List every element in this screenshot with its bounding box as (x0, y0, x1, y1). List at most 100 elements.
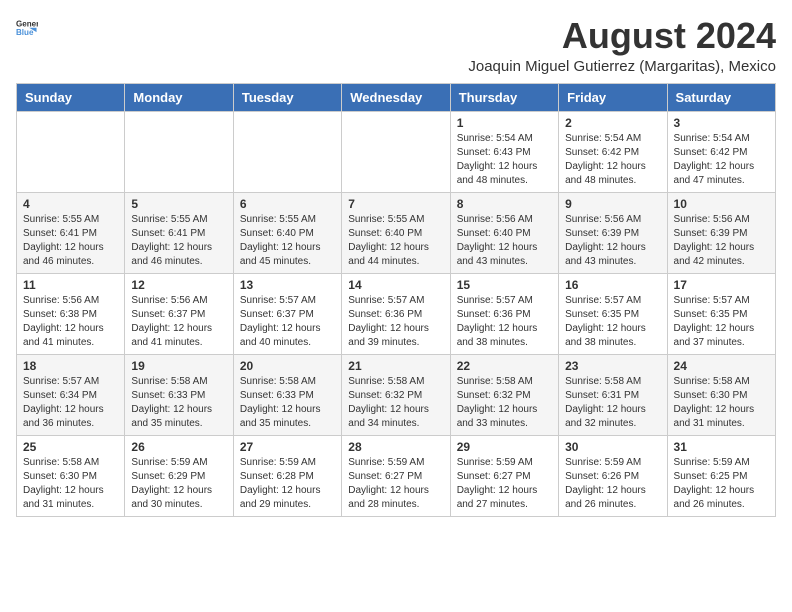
calendar-week-row: 11 Sunrise: 5:56 AM Sunset: 6:38 PM Dayli… (17, 273, 776, 354)
day-number: 6 (240, 197, 335, 211)
day-number: 2 (565, 116, 660, 130)
day-info: Sunrise: 5:58 AM Sunset: 6:33 PM Dayligh… (131, 375, 226, 431)
day-info: Sunrise: 5:56 AM Sunset: 6:39 PM Dayligh… (565, 213, 660, 269)
day-header-wednesday: Wednesday (342, 83, 450, 111)
day-number: 19 (131, 359, 226, 373)
day-info: Sunrise: 5:55 AM Sunset: 6:40 PM Dayligh… (348, 213, 443, 269)
calendar-cell: 28 Sunrise: 5:59 AM Sunset: 6:27 PM Dayli… (342, 435, 450, 516)
day-info: Sunrise: 5:54 AM Sunset: 6:42 PM Dayligh… (565, 132, 660, 188)
calendar-cell: 4Sunrise: 5:55 AM Sunset: 6:41 PM Daylig… (17, 192, 125, 273)
calendar-cell: 11 Sunrise: 5:56 AM Sunset: 6:38 PM Dayli… (17, 273, 125, 354)
day-header-thursday: Thursday (450, 83, 558, 111)
calendar-week-row: 4Sunrise: 5:55 AM Sunset: 6:41 PM Daylig… (17, 192, 776, 273)
calendar-week-row: 25 Sunrise: 5:58 AM Sunset: 6:30 PM Dayli… (17, 435, 776, 516)
day-number: 1 (457, 116, 552, 130)
calendar-cell: 1 Sunrise: 5:54 AM Sunset: 6:43 PM Daylig… (450, 111, 558, 192)
calendar-cell: 24 Sunrise: 5:58 AM Sunset: 6:30 PM Dayli… (667, 354, 775, 435)
calendar-cell: 18Sunrise: 5:57 AM Sunset: 6:34 PM Dayli… (17, 354, 125, 435)
day-header-monday: Monday (125, 83, 233, 111)
calendar-cell: 27 Sunrise: 5:59 AM Sunset: 6:28 PM Dayli… (233, 435, 341, 516)
calendar-cell: 14 Sunrise: 5:57 AM Sunset: 6:36 PM Dayli… (342, 273, 450, 354)
day-info: Sunrise: 5:59 AM Sunset: 6:25 PM Dayligh… (674, 456, 769, 512)
day-info: Sunrise: 5:59 AM Sunset: 6:27 PM Dayligh… (457, 456, 552, 512)
day-number: 4 (23, 197, 118, 211)
day-number: 10 (674, 197, 769, 211)
day-number: 8 (457, 197, 552, 211)
calendar-cell: 13 Sunrise: 5:57 AM Sunset: 6:37 PM Dayli… (233, 273, 341, 354)
day-number: 9 (565, 197, 660, 211)
calendar-cell: 20Sunrise: 5:58 AM Sunset: 6:33 PM Dayli… (233, 354, 341, 435)
day-number: 30 (565, 440, 660, 454)
calendar-week-row: 18Sunrise: 5:57 AM Sunset: 6:34 PM Dayli… (17, 354, 776, 435)
calendar-cell: 16Sunrise: 5:57 AM Sunset: 6:35 PM Dayli… (559, 273, 667, 354)
day-info: Sunrise: 5:56 AM Sunset: 6:38 PM Dayligh… (23, 294, 118, 350)
day-number: 29 (457, 440, 552, 454)
calendar-cell: 6 Sunrise: 5:55 AM Sunset: 6:40 PM Daylig… (233, 192, 341, 273)
day-info: Sunrise: 5:58 AM Sunset: 6:30 PM Dayligh… (23, 456, 118, 512)
calendar: SundayMondayTuesdayWednesdayThursdayFrid… (16, 83, 776, 517)
day-number: 21 (348, 359, 443, 373)
calendar-header-row: SundayMondayTuesdayWednesdayThursdayFrid… (17, 83, 776, 111)
calendar-cell: 31 Sunrise: 5:59 AM Sunset: 6:25 PM Dayli… (667, 435, 775, 516)
main-title: August 2024 (468, 16, 776, 56)
calendar-cell: 9 Sunrise: 5:56 AM Sunset: 6:39 PM Daylig… (559, 192, 667, 273)
day-number: 5 (131, 197, 226, 211)
day-number: 13 (240, 278, 335, 292)
day-info: Sunrise: 5:59 AM Sunset: 6:28 PM Dayligh… (240, 456, 335, 512)
day-info: Sunrise: 5:56 AM Sunset: 6:39 PM Dayligh… (674, 213, 769, 269)
calendar-cell: 12 Sunrise: 5:56 AM Sunset: 6:37 PM Dayli… (125, 273, 233, 354)
day-number: 24 (674, 359, 769, 373)
calendar-cell: 5Sunrise: 5:55 AM Sunset: 6:41 PM Daylig… (125, 192, 233, 273)
day-info: Sunrise: 5:58 AM Sunset: 6:32 PM Dayligh… (457, 375, 552, 431)
calendar-cell: 21 Sunrise: 5:58 AM Sunset: 6:32 PM Dayli… (342, 354, 450, 435)
day-number: 31 (674, 440, 769, 454)
day-info: Sunrise: 5:57 AM Sunset: 6:35 PM Dayligh… (674, 294, 769, 350)
day-info: Sunrise: 5:54 AM Sunset: 6:43 PM Dayligh… (457, 132, 552, 188)
day-info: Sunrise: 5:58 AM Sunset: 6:32 PM Dayligh… (348, 375, 443, 431)
day-number: 11 (23, 278, 118, 292)
day-number: 7 (348, 197, 443, 211)
day-number: 23 (565, 359, 660, 373)
day-info: Sunrise: 5:59 AM Sunset: 6:27 PM Dayligh… (348, 456, 443, 512)
calendar-cell: 23 Sunrise: 5:58 AM Sunset: 6:31 PM Dayli… (559, 354, 667, 435)
day-info: Sunrise: 5:57 AM Sunset: 6:37 PM Dayligh… (240, 294, 335, 350)
calendar-week-row: 1 Sunrise: 5:54 AM Sunset: 6:43 PM Daylig… (17, 111, 776, 192)
svg-text:General: General (16, 19, 38, 28)
day-info: Sunrise: 5:55 AM Sunset: 6:40 PM Dayligh… (240, 213, 335, 269)
day-number: 12 (131, 278, 226, 292)
calendar-cell: 8 Sunrise: 5:56 AM Sunset: 6:40 PM Daylig… (450, 192, 558, 273)
calendar-cell (342, 111, 450, 192)
logo-icon: General Blue (16, 16, 38, 38)
calendar-cell: 25 Sunrise: 5:58 AM Sunset: 6:30 PM Dayli… (17, 435, 125, 516)
day-number: 22 (457, 359, 552, 373)
day-info: Sunrise: 5:54 AM Sunset: 6:42 PM Dayligh… (674, 132, 769, 188)
day-number: 15 (457, 278, 552, 292)
day-info: Sunrise: 5:58 AM Sunset: 6:31 PM Dayligh… (565, 375, 660, 431)
day-info: Sunrise: 5:59 AM Sunset: 6:26 PM Dayligh… (565, 456, 660, 512)
day-info: Sunrise: 5:59 AM Sunset: 6:29 PM Dayligh… (131, 456, 226, 512)
day-number: 27 (240, 440, 335, 454)
header: General Blue August 2024 Joaquin Miguel … (16, 16, 776, 75)
day-number: 18 (23, 359, 118, 373)
calendar-cell: 10 Sunrise: 5:56 AM Sunset: 6:39 PM Dayli… (667, 192, 775, 273)
day-number: 17 (674, 278, 769, 292)
calendar-cell: 2 Sunrise: 5:54 AM Sunset: 6:42 PM Daylig… (559, 111, 667, 192)
day-number: 25 (23, 440, 118, 454)
day-info: Sunrise: 5:57 AM Sunset: 6:36 PM Dayligh… (348, 294, 443, 350)
day-info: Sunrise: 5:58 AM Sunset: 6:30 PM Dayligh… (674, 375, 769, 431)
day-info: Sunrise: 5:56 AM Sunset: 6:40 PM Dayligh… (457, 213, 552, 269)
day-number: 14 (348, 278, 443, 292)
calendar-cell: 19 Sunrise: 5:58 AM Sunset: 6:33 PM Dayli… (125, 354, 233, 435)
day-header-saturday: Saturday (667, 83, 775, 111)
day-number: 16 (565, 278, 660, 292)
calendar-cell: 3 Sunrise: 5:54 AM Sunset: 6:42 PM Daylig… (667, 111, 775, 192)
day-number: 28 (348, 440, 443, 454)
day-number: 26 (131, 440, 226, 454)
subtitle: Joaquin Miguel Gutierrez (Margaritas), M… (468, 58, 776, 75)
logo: General Blue (16, 16, 38, 38)
day-header-sunday: Sunday (17, 83, 125, 111)
calendar-cell (125, 111, 233, 192)
day-info: Sunrise: 5:56 AM Sunset: 6:37 PM Dayligh… (131, 294, 226, 350)
day-header-friday: Friday (559, 83, 667, 111)
day-number: 3 (674, 116, 769, 130)
